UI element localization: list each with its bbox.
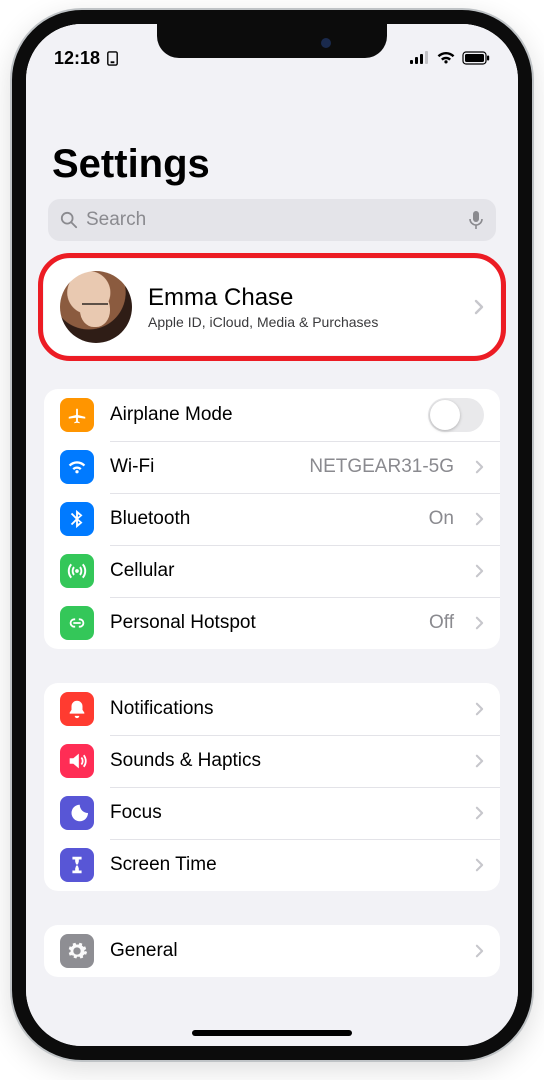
row-value: NETGEAR31-5G <box>309 456 454 478</box>
dictation-icon[interactable] <box>468 210 484 230</box>
wifi-icon <box>60 450 94 484</box>
wifi-icon <box>436 51 456 65</box>
profile-subtitle: Apple ID, iCloud, Media & Purchases <box>148 314 458 330</box>
battery-icon <box>462 51 490 65</box>
row-notifications[interactable]: Notifications <box>44 683 500 735</box>
search-placeholder: Search <box>86 209 460 231</box>
row-wifi[interactable]: Wi-Fi NETGEAR31-5G <box>44 441 500 493</box>
status-time: 12:18 <box>54 48 100 69</box>
apple-id-row[interactable]: Emma Chase Apple ID, iCloud, Media & Pur… <box>44 259 500 355</box>
row-label: Focus <box>110 802 454 824</box>
page-title: Settings <box>26 72 518 199</box>
row-label: Screen Time <box>110 854 454 876</box>
row-personal-hotspot[interactable]: Personal Hotspot Off <box>44 597 500 649</box>
portrait-lock-icon <box>106 51 119 66</box>
row-airplane-mode[interactable]: Airplane Mode <box>44 389 500 441</box>
settings-group-connectivity: Airplane Mode Wi-Fi NETGEAR31-5G Bluetoo… <box>44 389 500 649</box>
chevron-right-icon <box>475 858 484 872</box>
general-icon <box>60 934 94 968</box>
notifications-icon <box>60 692 94 726</box>
chevron-right-icon <box>475 754 484 768</box>
row-label: Notifications <box>110 698 454 720</box>
row-label: General <box>110 940 454 962</box>
row-cellular[interactable]: Cellular <box>44 545 500 597</box>
chevron-right-icon <box>475 460 484 474</box>
status-time-cluster: 12:18 <box>54 48 119 69</box>
chevron-right-icon <box>475 702 484 716</box>
chevron-right-icon <box>474 299 484 315</box>
device-notch <box>157 24 387 58</box>
sounds-icon <box>60 744 94 778</box>
row-label: Cellular <box>110 560 454 582</box>
row-label: Wi-Fi <box>110 456 293 478</box>
chevron-right-icon <box>475 616 484 630</box>
chevron-right-icon <box>475 564 484 578</box>
row-value: On <box>429 508 454 530</box>
row-label: Sounds & Haptics <box>110 750 454 772</box>
chevron-right-icon <box>475 944 484 958</box>
row-label: Airplane Mode <box>110 404 412 426</box>
cellular-icon <box>60 554 94 588</box>
row-label: Bluetooth <box>110 508 413 530</box>
airplane-toggle[interactable] <box>428 398 484 432</box>
bluetooth-icon <box>60 502 94 536</box>
avatar <box>60 271 132 343</box>
row-value: Off <box>429 612 454 634</box>
settings-group-general: General <box>44 925 500 977</box>
profile-text: Emma Chase Apple ID, iCloud, Media & Pur… <box>148 284 458 330</box>
screen: 12:18 Setting <box>26 24 518 1046</box>
status-icons <box>410 51 490 65</box>
cellular-signal-icon <box>410 51 430 65</box>
row-focus[interactable]: Focus <box>44 787 500 839</box>
row-screen-time[interactable]: Screen Time <box>44 839 500 891</box>
hotspot-icon <box>60 606 94 640</box>
row-sounds[interactable]: Sounds & Haptics <box>44 735 500 787</box>
profile-name: Emma Chase <box>148 284 458 312</box>
home-indicator[interactable] <box>192 1030 352 1036</box>
chevron-right-icon <box>475 806 484 820</box>
screentime-icon <box>60 848 94 882</box>
search-icon <box>60 211 78 229</box>
row-general[interactable]: General <box>44 925 500 977</box>
focus-icon <box>60 796 94 830</box>
settings-group-notifications: Notifications Sounds & Haptics Focus Scr… <box>44 683 500 891</box>
device-frame: 12:18 Setting <box>12 10 532 1060</box>
row-label: Personal Hotspot <box>110 612 413 634</box>
profile-row-wrap: Emma Chase Apple ID, iCloud, Media & Pur… <box>44 259 500 355</box>
row-bluetooth[interactable]: Bluetooth On <box>44 493 500 545</box>
airplane-icon <box>60 398 94 432</box>
search-input[interactable]: Search <box>48 199 496 241</box>
chevron-right-icon <box>475 512 484 526</box>
